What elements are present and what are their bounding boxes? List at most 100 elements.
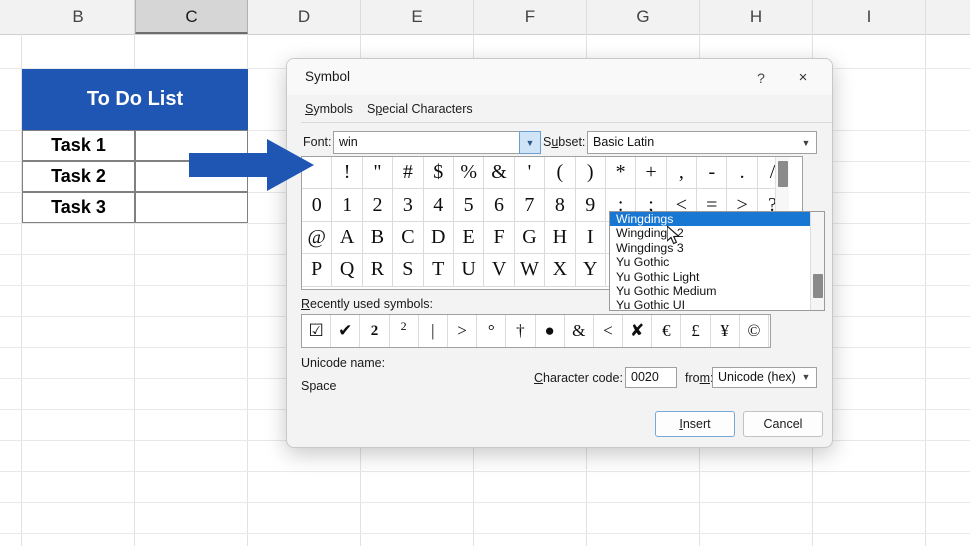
- character-cell[interactable]: 0: [302, 189, 332, 221]
- font-option-yu-gothic-light[interactable]: Yu Gothic Light: [610, 270, 824, 284]
- font-option-yu-gothic-medium[interactable]: Yu Gothic Medium: [610, 284, 824, 298]
- recent-symbol-cell[interactable]: <: [594, 315, 623, 347]
- column-header-e[interactable]: E: [361, 0, 474, 34]
- character-cell[interactable]: H: [545, 222, 575, 254]
- character-cell[interactable]: R: [363, 254, 393, 286]
- recent-symbol-cell[interactable]: |: [419, 315, 448, 347]
- dialog-tabstrip[interactable]: Symbols Special Characters: [287, 97, 832, 123]
- font-option-container[interactable]: WingdingsWingdings 2Wingdings 3Yu Gothic…: [610, 212, 824, 311]
- character-cell[interactable]: &: [484, 157, 514, 189]
- recent-symbol-cell[interactable]: >: [448, 315, 477, 347]
- font-dropdown-list[interactable]: WingdingsWingdings 2Wingdings 3Yu Gothic…: [609, 211, 825, 311]
- recent-symbol-cell[interactable]: †: [506, 315, 535, 347]
- subset-chevron-down-icon[interactable]: ▼: [795, 132, 817, 153]
- symbol-dialog[interactable]: Symbol ? × Symbols Special Characters Fo…: [286, 58, 833, 448]
- table-row-task-2[interactable]: Task 2: [22, 161, 135, 192]
- column-header-c[interactable]: C: [135, 0, 248, 34]
- character-cell[interactable]: 6: [484, 189, 514, 221]
- font-option-yu-gothic-ui[interactable]: Yu Gothic UI: [610, 298, 824, 311]
- recent-symbol-cell[interactable]: ©: [740, 315, 769, 347]
- insert-button[interactable]: Insert: [655, 411, 735, 437]
- character-cell[interactable]: V: [484, 254, 514, 286]
- character-cell[interactable]: D: [424, 222, 454, 254]
- character-cell[interactable]: 9: [576, 189, 606, 221]
- recent-symbol-cell[interactable]: 2: [390, 315, 419, 347]
- character-cell[interactable]: ': [515, 157, 545, 189]
- font-option-yu-gothic[interactable]: Yu Gothic: [610, 255, 824, 269]
- font-dropdown-toggle[interactable]: ▼: [519, 131, 541, 154]
- character-cell[interactable]: 5: [454, 189, 484, 221]
- character-cell[interactable]: X: [545, 254, 575, 286]
- scrollbar-thumb[interactable]: [813, 274, 823, 298]
- column-header-f[interactable]: F: [474, 0, 587, 34]
- character-cell[interactable]: W: [515, 254, 545, 286]
- column-header-i[interactable]: I: [813, 0, 926, 34]
- font-list-scrollbar[interactable]: [810, 212, 824, 310]
- recent-symbol-cell[interactable]: £: [681, 315, 710, 347]
- character-cell[interactable]: 7: [515, 189, 545, 221]
- column-header-d[interactable]: D: [248, 0, 361, 34]
- column-header-g[interactable]: G: [587, 0, 700, 34]
- character-cell[interactable]: !: [332, 157, 362, 189]
- character-cell[interactable]: .: [727, 157, 757, 189]
- font-option-wingdings[interactable]: Wingdings: [610, 212, 824, 226]
- character-cell[interactable]: I: [576, 222, 606, 254]
- scrollbar-thumb[interactable]: [778, 161, 788, 187]
- column-header-h[interactable]: H: [700, 0, 813, 34]
- character-cell[interactable]: @: [302, 222, 332, 254]
- character-cell[interactable]: 4: [424, 189, 454, 221]
- recent-symbol-cell[interactable]: €: [652, 315, 681, 347]
- character-cell[interactable]: A: [332, 222, 362, 254]
- character-cell[interactable]: 1: [332, 189, 362, 221]
- recent-symbol-cell[interactable]: 2: [360, 315, 389, 347]
- column-header-b[interactable]: B: [22, 0, 135, 34]
- recent-symbol-cell[interactable]: ●: [536, 315, 565, 347]
- character-cell[interactable]: 8: [545, 189, 575, 221]
- character-cell[interactable]: C: [393, 222, 423, 254]
- character-cell[interactable]: ): [576, 157, 606, 189]
- recent-symbol-cell[interactable]: °: [477, 315, 506, 347]
- from-chevron-down-icon[interactable]: ▼: [795, 368, 817, 387]
- help-icon[interactable]: ?: [748, 66, 774, 90]
- todo-list-title-cell[interactable]: To Do List: [22, 69, 248, 130]
- character-cell[interactable]: T: [424, 254, 454, 286]
- character-cell[interactable]: $: [424, 157, 454, 189]
- character-cell[interactable]: #: [393, 157, 423, 189]
- font-option-wingdings-3[interactable]: Wingdings 3: [610, 241, 824, 255]
- character-cell[interactable]: Q: [332, 254, 362, 286]
- recent-symbol-cell[interactable]: ¥: [711, 315, 740, 347]
- character-cell[interactable]: S: [393, 254, 423, 286]
- character-code-input[interactable]: 0020: [625, 367, 677, 388]
- character-cell[interactable]: B: [363, 222, 393, 254]
- tab-symbols[interactable]: Symbols: [305, 97, 353, 121]
- table-row-task-1[interactable]: Task 1: [22, 130, 135, 161]
- dialog-titlebar[interactable]: Symbol ? ×: [287, 59, 832, 95]
- character-cell[interactable]: +: [636, 157, 666, 189]
- subset-select[interactable]: Basic Latin: [587, 131, 817, 154]
- character-cell[interactable]: 3: [393, 189, 423, 221]
- character-cell[interactable]: (: [545, 157, 575, 189]
- recent-symbol-cell[interactable]: &: [565, 315, 594, 347]
- character-cell[interactable]: *: [606, 157, 636, 189]
- character-cell[interactable]: E: [454, 222, 484, 254]
- font-option-wingdings-2[interactable]: Wingdings 2: [610, 226, 824, 240]
- character-cell[interactable]: P: [302, 254, 332, 286]
- recently-used-symbols[interactable]: ☑✔22|>°†●&<✘€£¥©: [301, 314, 771, 348]
- character-cell[interactable]: Y: [576, 254, 606, 286]
- recent-symbol-cell[interactable]: ✘: [623, 315, 652, 347]
- character-cell[interactable]: U: [454, 254, 484, 286]
- recent-symbol-cell[interactable]: ✔: [331, 315, 360, 347]
- task-checkbox-cell-3[interactable]: [135, 192, 248, 223]
- character-cell[interactable]: %: [454, 157, 484, 189]
- character-cell[interactable]: -: [697, 157, 727, 189]
- tab-special-characters[interactable]: Special Characters: [367, 97, 473, 121]
- font-input[interactable]: win: [333, 131, 523, 154]
- character-cell[interactable]: ,: [667, 157, 697, 189]
- character-cell[interactable]: F: [484, 222, 514, 254]
- close-icon[interactable]: ×: [788, 66, 818, 90]
- character-cell[interactable]: G: [515, 222, 545, 254]
- recent-symbol-cell[interactable]: ☑: [302, 315, 331, 347]
- table-row-task-3[interactable]: Task 3: [22, 192, 135, 223]
- character-cell[interactable]: 2: [363, 189, 393, 221]
- character-cell[interactable]: ": [363, 157, 393, 189]
